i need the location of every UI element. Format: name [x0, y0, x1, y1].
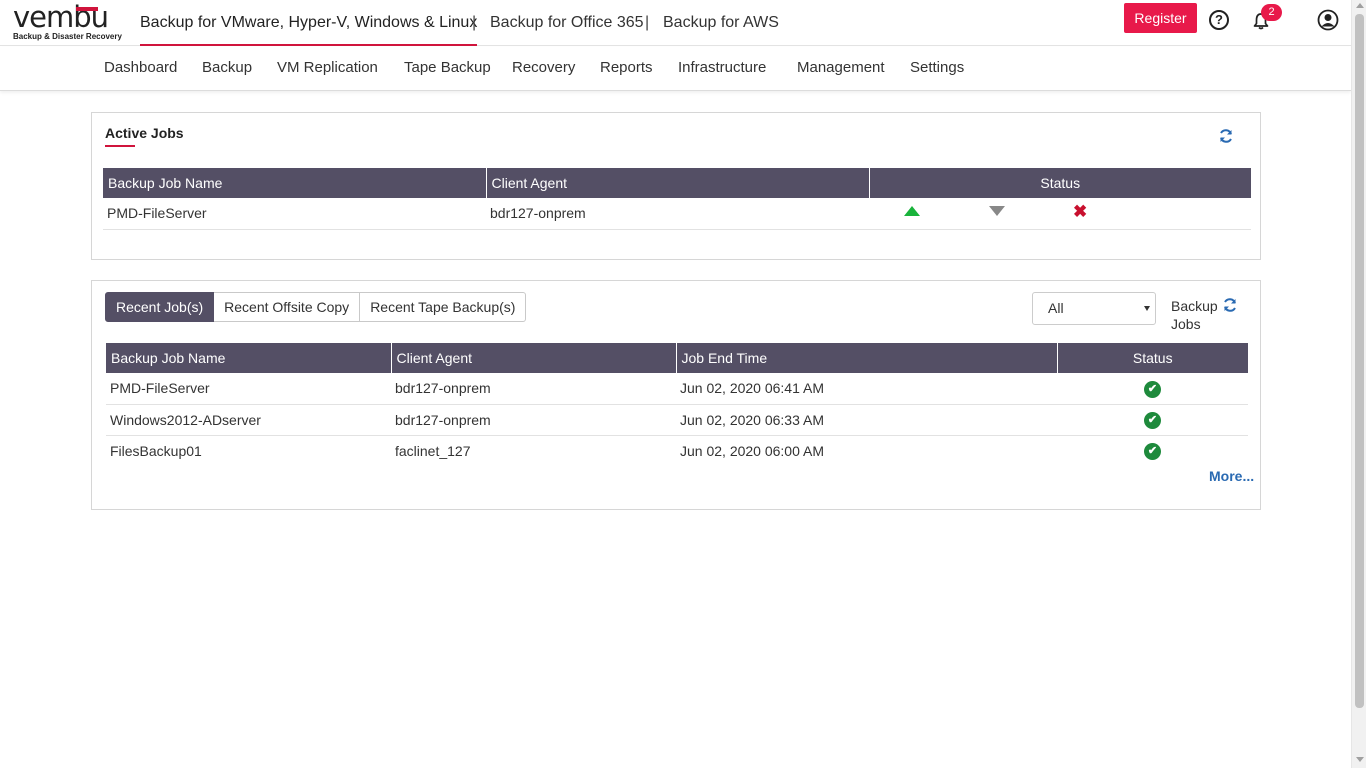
resume-icon[interactable] [904, 206, 920, 216]
nav-dashboard[interactable]: Dashboard [104, 47, 177, 89]
nav-tape-backup[interactable]: Tape Backup [404, 47, 491, 89]
page: vembu Backup & Disaster Recovery Backup … [0, 0, 1366, 768]
nav-recovery[interactable]: Recovery [512, 47, 575, 89]
help-icon[interactable]: ? [1209, 10, 1229, 30]
table-row: PMD-FileServer bdr127-onprem Jun 02, 202… [106, 373, 1248, 405]
scroll-up-arrow-icon[interactable] [1356, 3, 1364, 8]
user-account-icon[interactable] [1317, 9, 1339, 31]
client-agent-cell: bdr127-onprem [486, 198, 869, 230]
table-row: PMD-FileServer bdr127-onprem ✖ [103, 198, 1251, 230]
job-end-time-cell: Jun 02, 2020 06:33 AM [676, 404, 1057, 436]
client-agent-cell: bdr127-onprem [391, 404, 676, 436]
status-cell: ✔ [1057, 373, 1248, 405]
column-header: Status [869, 168, 1251, 198]
nav-infrastructure[interactable]: Infrastructure [678, 47, 766, 89]
pause-icon[interactable] [989, 206, 1005, 216]
notification-badge: 2 [1261, 4, 1282, 21]
status-cell: ✔ [1057, 435, 1248, 466]
backup-jobs-label: Backup Jobs [1171, 298, 1218, 332]
product-separator: | [472, 14, 477, 31]
title-underline [105, 145, 135, 147]
column-header[interactable]: Job End Time [676, 343, 1058, 373]
column-header[interactable]: Backup Job Name [103, 168, 487, 198]
select-value: All [1048, 300, 1064, 316]
nav-vm-replication[interactable]: VM Replication [277, 47, 378, 89]
vembu-logo[interactable]: vembu Backup & Disaster Recovery [13, 0, 122, 42]
product-separator: | [645, 14, 650, 31]
column-header[interactable]: Client Agent [486, 168, 870, 198]
job-end-time-cell: Jun 02, 2020 06:00 AM [680, 442, 824, 459]
cancel-icon[interactable]: ✖ [1073, 203, 1087, 220]
job-name-cell: FilesBackup01 [110, 442, 202, 459]
nav-backup[interactable]: Backup [202, 47, 252, 89]
active-jobs-panel: Active Jobs Backup Job Name Client Agent… [91, 112, 1261, 260]
job-name-cell: PMD-FileServer [106, 373, 391, 405]
nav-management[interactable]: Management [797, 47, 885, 89]
success-check-icon[interactable]: ✔ [1144, 380, 1161, 398]
client-agent-cell: faclinet_127 [395, 442, 471, 459]
job-end-time-cell: Jun 02, 2020 06:41 AM [676, 373, 1057, 405]
column-header[interactable]: Backup Job Name [106, 343, 392, 373]
recent-jobs-table: Backup Job Name Client Agent Job End Tim… [106, 343, 1248, 466]
page-scrollbar[interactable] [1351, 0, 1366, 768]
logo-tagline: Backup & Disaster Recovery [13, 32, 122, 41]
success-check-icon[interactable]: ✔ [1144, 412, 1161, 429]
job-name-cell: Windows2012-ADserver [106, 404, 391, 436]
nav-settings[interactable]: Settings [910, 47, 964, 89]
more-link[interactable]: More... [1209, 468, 1254, 484]
chevron-down-icon [1144, 306, 1150, 311]
recent-jobs-panel: Recent Job(s) Recent Offsite Copy Recent… [91, 280, 1261, 510]
tab-recent-offsite-copy[interactable]: Recent Offsite Copy [214, 292, 361, 322]
tab-recent-tape-backups[interactable]: Recent Tape Backup(s) [360, 292, 527, 322]
tab-recent-jobs[interactable]: Recent Job(s) [105, 292, 215, 322]
product-tab-aws[interactable]: Backup for AWS [663, 0, 779, 46]
scroll-down-arrow-icon[interactable] [1356, 757, 1364, 762]
job-filter-select[interactable]: All [1032, 292, 1156, 325]
table-header-row: Backup Job Name Client Agent Job End Tim… [106, 343, 1248, 373]
scroll-thumb[interactable] [1355, 14, 1364, 708]
column-header: Status [1057, 343, 1248, 373]
refresh-icon[interactable] [1218, 128, 1234, 144]
job-name-cell: PMD-FileServer [103, 198, 486, 230]
table-header-row: Backup Job Name Client Agent Status [103, 168, 1251, 198]
refresh-icon[interactable] [1222, 297, 1238, 313]
main-nav: Dashboard Backup VM Replication Tape Bac… [0, 47, 1351, 91]
top-header: vembu Backup & Disaster Recovery Backup … [0, 0, 1351, 46]
product-tab-office365[interactable]: Backup for Office 365 [490, 0, 644, 46]
nav-reports[interactable]: Reports [600, 47, 653, 89]
register-button[interactable]: Register [1124, 3, 1197, 33]
table-row: Windows2012-ADserver bdr127-onprem Jun 0… [106, 404, 1248, 436]
table-row: FilesBackup01 faclinet_127 Jun 02, 2020 … [106, 435, 1248, 466]
recent-tabs: Recent Job(s) Recent Offsite Copy Recent… [105, 292, 527, 322]
logo-accent-mark [76, 7, 98, 11]
product-tab-vmware[interactable]: Backup for VMware, Hyper-V, Windows & Li… [140, 0, 478, 46]
status-cell: ✔ [1057, 404, 1248, 436]
column-header[interactable]: Client Agent [391, 343, 677, 373]
status-cell: ✖ [869, 198, 1251, 230]
logo-wordmark: vembu [13, 0, 109, 34]
success-check-icon[interactable]: ✔ [1144, 443, 1161, 461]
active-jobs-title: Active Jobs [105, 125, 184, 141]
client-agent-cell: bdr127-onprem [391, 373, 676, 405]
active-jobs-table: Backup Job Name Client Agent Status PMD-… [103, 168, 1251, 230]
